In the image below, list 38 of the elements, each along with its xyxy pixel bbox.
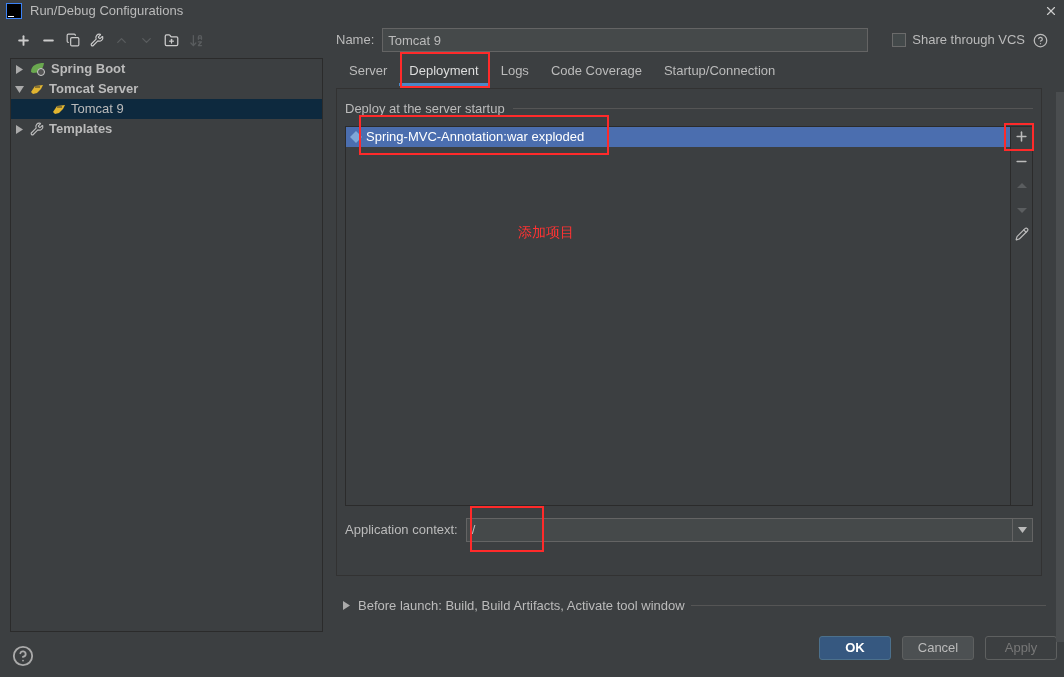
close-icon[interactable] (1044, 4, 1058, 18)
annotation-text: 添加项目 (518, 222, 574, 242)
tree-item[interactable]: Templates (11, 119, 322, 139)
tab[interactable]: Startup/Connection (653, 58, 786, 86)
add-icon[interactable] (16, 32, 31, 48)
tree-item[interactable]: Tomcat Server (11, 79, 322, 99)
deployment-item[interactable]: Spring-MVC-Annotation:war exploded (346, 126, 1010, 147)
wrench-icon (30, 122, 44, 136)
share-checkbox[interactable]: Share through VCS (892, 30, 1025, 50)
highlight-box (1004, 122, 1034, 151)
wrench-icon[interactable] (90, 33, 104, 47)
tree-item[interactable]: Spring Boot (11, 59, 322, 79)
name-field[interactable]: Tomcat 9 (382, 28, 869, 52)
expand-arrow-icon[interactable] (15, 124, 25, 134)
name-label: Name: (336, 31, 375, 50)
help-icon[interactable] (1033, 32, 1048, 48)
copy-icon[interactable] (66, 33, 80, 47)
context-label: Application context: (345, 520, 458, 539)
artifact-icon (350, 130, 362, 143)
tree-item[interactable]: Tomcat 9 (11, 99, 322, 119)
leaf-icon (30, 62, 46, 76)
expand-arrow-icon[interactable] (342, 601, 352, 611)
help-icon[interactable] (12, 645, 34, 667)
section-title: Deploy at the server startup (345, 100, 505, 118)
before-launch-toggle[interactable]: Before launch: Build, Build Artifacts, Activate tool window (342, 596, 685, 616)
add-icon[interactable] (1014, 128, 1029, 144)
folder-add-icon[interactable] (164, 32, 179, 48)
dropdown-arrow-icon[interactable] (1018, 526, 1027, 533)
app-logo-icon (6, 3, 22, 19)
dialog-button[interactable]: Cancel (902, 635, 974, 660)
scrollbar[interactable] (1056, 92, 1064, 642)
tab[interactable]: Code Coverage (540, 58, 652, 86)
tab[interactable]: Server (339, 58, 398, 86)
dialog-button[interactable]: OK (819, 635, 891, 660)
context-combobox[interactable]: / (465, 517, 1033, 542)
window-title: Run/Debug Configurations (30, 2, 184, 21)
edit-icon[interactable] (1014, 226, 1029, 241)
tab[interactable]: Logs (490, 58, 539, 86)
